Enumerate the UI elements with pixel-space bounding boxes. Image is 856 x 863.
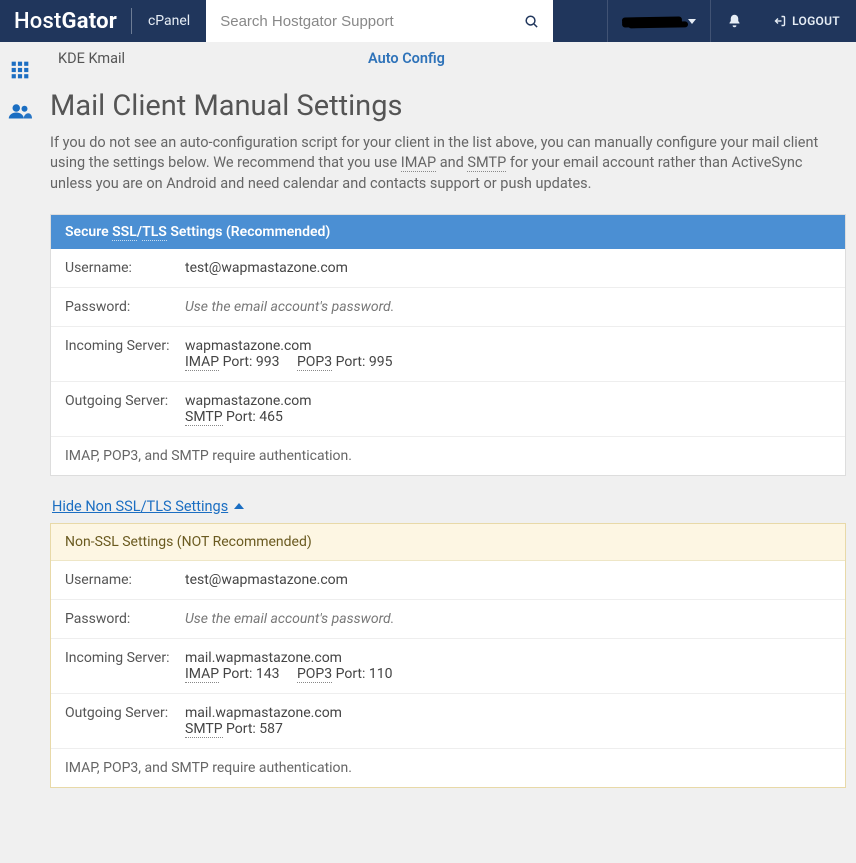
- logout-icon: [774, 15, 786, 27]
- ssl-auth-note: IMAP, POP3, and SMTP require authenticat…: [51, 436, 845, 475]
- header-right: LOGOUT: [553, 0, 856, 42]
- row-value: mail.wapmastazone.com SMTP Port: 587: [185, 705, 831, 737]
- row-label: Password:: [65, 299, 185, 315]
- search-input[interactable]: [206, 0, 509, 42]
- brand-logo[interactable]: HostGator: [0, 9, 131, 34]
- logout-label: LOGOUT: [792, 14, 840, 28]
- username-redacted: [622, 14, 682, 28]
- toggle-nonssl-link[interactable]: Hide Non SSL/TLS Settings: [52, 498, 244, 515]
- nonssl-auth-note: IMAP, POP3, and SMTP require authenticat…: [51, 748, 845, 787]
- brand-suffix: Gator: [62, 9, 117, 34]
- row-value: mail.wapmastazone.com IMAP Port: 143 POP…: [185, 650, 831, 682]
- chevron-down-icon: [688, 19, 696, 24]
- ssl-username-row: Username: test@wapmastazone.com: [51, 249, 845, 287]
- users-icon[interactable]: [8, 102, 32, 120]
- page-title: Mail Client Manual Settings: [50, 89, 846, 123]
- nonssl-panel: Non-SSL Settings (NOT Recommended) Usern…: [50, 523, 846, 788]
- row-value: test@wapmastazone.com: [185, 260, 831, 276]
- row-value: wapmastazone.com SMTP Port: 465: [185, 393, 831, 425]
- search-container: [206, 0, 553, 42]
- ssl-password-row: Password: Use the email account's passwo…: [51, 287, 845, 326]
- nonssl-panel-header: Non-SSL Settings (NOT Recommended): [51, 524, 845, 561]
- auto-config-link[interactable]: Auto Config: [368, 50, 445, 67]
- chevron-up-icon: [234, 503, 244, 509]
- search-icon[interactable]: [509, 14, 553, 29]
- logout-button[interactable]: LOGOUT: [758, 0, 856, 42]
- ssl-outgoing-row: Outgoing Server: wapmastazone.com SMTP P…: [51, 381, 845, 436]
- row-label: Password:: [65, 611, 185, 627]
- user-menu[interactable]: [607, 0, 710, 42]
- ssl-incoming-row: Incoming Server: wapmastazone.com IMAP P…: [51, 326, 845, 381]
- nonssl-username-row: Username: test@wapmastazone.com: [51, 561, 845, 599]
- app-row: KDE Kmail Auto Config: [50, 42, 846, 77]
- ssl-panel: Secure SSL/TLS Settings (Recommended) Us…: [50, 214, 846, 476]
- row-value: Use the email account's password.: [185, 299, 831, 315]
- brand-prefix: Host: [14, 9, 62, 34]
- row-label: Outgoing Server:: [65, 705, 185, 737]
- row-label: Username:: [65, 572, 185, 588]
- smtp-abbr: SMTP: [467, 154, 506, 172]
- notifications-icon[interactable]: [710, 0, 758, 42]
- row-label: Username:: [65, 260, 185, 276]
- row-label: Incoming Server:: [65, 650, 185, 682]
- row-value: test@wapmastazone.com: [185, 572, 831, 588]
- intro-text: If you do not see an auto-configuration …: [50, 133, 846, 194]
- apps-grid-icon[interactable]: [10, 60, 30, 80]
- nonssl-password-row: Password: Use the email account's passwo…: [51, 599, 845, 638]
- row-value: wapmastazone.com IMAP Port: 993 POP3 Por…: [185, 338, 831, 370]
- row-value: Use the email account's password.: [185, 611, 831, 627]
- cpanel-link[interactable]: cPanel: [132, 13, 206, 29]
- mail-client-name: KDE Kmail: [58, 50, 368, 67]
- main-content: KDE Kmail Auto Config Mail Client Manual…: [42, 42, 856, 826]
- ssl-panel-header: Secure SSL/TLS Settings (Recommended): [51, 215, 845, 249]
- imap-abbr: IMAP: [401, 154, 436, 172]
- nonssl-incoming-row: Incoming Server: mail.wapmastazone.com I…: [51, 638, 845, 693]
- row-label: Outgoing Server:: [65, 393, 185, 425]
- row-label: Incoming Server:: [65, 338, 185, 370]
- nonssl-outgoing-row: Outgoing Server: mail.wapmastazone.com S…: [51, 693, 845, 748]
- app-header: HostGator cPanel LOGOUT: [0, 0, 856, 42]
- left-rail: [0, 42, 40, 120]
